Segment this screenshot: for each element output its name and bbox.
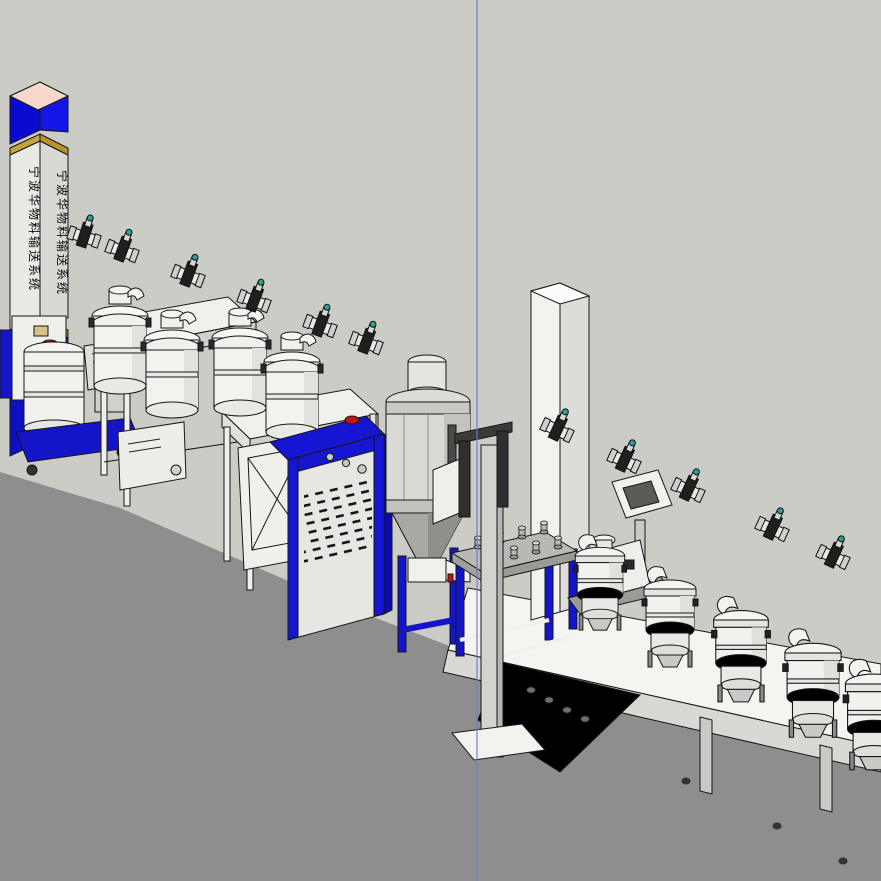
pipe-end [773,823,782,830]
cabinet-strip [374,434,384,616]
manifold-leg [456,560,464,656]
pipe-end [839,858,848,865]
bench-leg [820,745,832,812]
blue-frame-bar [0,330,12,398]
pipe-end [682,778,691,785]
pillar-text-side: 宁波华物料输送系统 [27,166,42,292]
panel-hole [527,687,536,693]
manifold-leg [545,556,553,640]
dryer-cabinet [270,416,392,640]
table-leg [224,427,230,561]
cabinet-strip [288,457,298,640]
knob [342,459,349,466]
stand-leg [398,556,406,652]
cad-3d-viewport[interactable]: 宁波华物料输送系统 宁波华物料输送系统 [0,0,881,881]
red-cap [345,416,359,424]
control-box [118,422,186,490]
panel-hole [581,716,590,722]
outlet [408,558,446,582]
panel-hole [563,707,572,713]
knob [358,465,366,473]
bench-leg [700,717,712,794]
pillar-text-front: 宁波华物料输送系统 [55,170,70,296]
panel-hole [545,697,554,703]
knob [326,453,333,460]
access-panel [433,458,462,524]
control-knob [171,465,181,475]
